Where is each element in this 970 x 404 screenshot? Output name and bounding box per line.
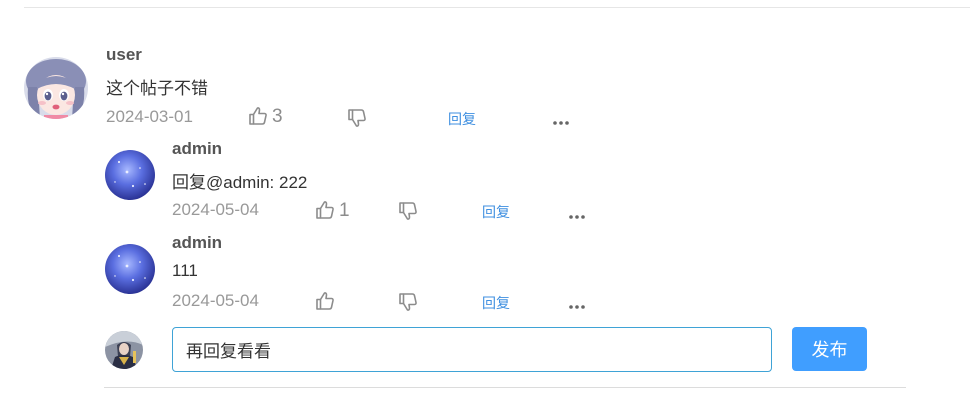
more-options-button[interactable]	[552, 113, 570, 131]
dislike-button[interactable]	[347, 108, 367, 133]
like-button[interactable]: 1	[315, 200, 350, 220]
comment-username: user	[106, 45, 142, 64]
reply-username: admin	[172, 139, 223, 158]
more-dots-icon	[553, 121, 569, 125]
comment-content: 这个帖子不错	[106, 79, 208, 98]
reply-content: 111	[172, 261, 198, 280]
reply-date: 2024-05-04	[172, 291, 259, 310]
like-count: 1	[339, 199, 350, 221]
top-divider	[24, 7, 970, 8]
reply-link[interactable]: 回复	[448, 109, 476, 129]
like-button[interactable]	[315, 291, 339, 311]
thumbs-down-icon	[348, 109, 366, 127]
user-avatar[interactable]	[24, 57, 88, 119]
thumbs-down-icon	[399, 202, 417, 220]
like-button[interactable]: 3	[248, 106, 283, 126]
more-dots-icon	[569, 215, 585, 219]
current-user-avatar	[105, 331, 143, 369]
dislike-button[interactable]	[398, 201, 418, 226]
dislike-button[interactable]	[398, 292, 418, 317]
more-options-button[interactable]	[568, 297, 586, 315]
reply-username: admin	[172, 233, 223, 252]
thumbs-up-icon	[316, 292, 334, 310]
more-dots-icon	[569, 305, 585, 309]
publish-button[interactable]: 发布	[792, 327, 867, 371]
reply-date: 2024-05-04	[172, 200, 259, 219]
more-options-button[interactable]	[568, 207, 586, 225]
thumbs-up-icon	[316, 201, 334, 219]
comment-date: 2024-03-01	[106, 107, 193, 126]
thumbs-up-icon	[249, 107, 267, 125]
reply-content: 回复@admin: 222	[172, 173, 308, 192]
thumbs-down-icon	[399, 293, 417, 311]
reply-link[interactable]: 回复	[482, 202, 510, 222]
admin-avatar[interactable]	[105, 150, 155, 200]
bottom-divider	[104, 387, 906, 388]
reply-link[interactable]: 回复	[482, 293, 510, 313]
admin-avatar[interactable]	[105, 244, 155, 294]
like-count: 3	[272, 105, 283, 127]
reply-input[interactable]	[172, 327, 772, 372]
